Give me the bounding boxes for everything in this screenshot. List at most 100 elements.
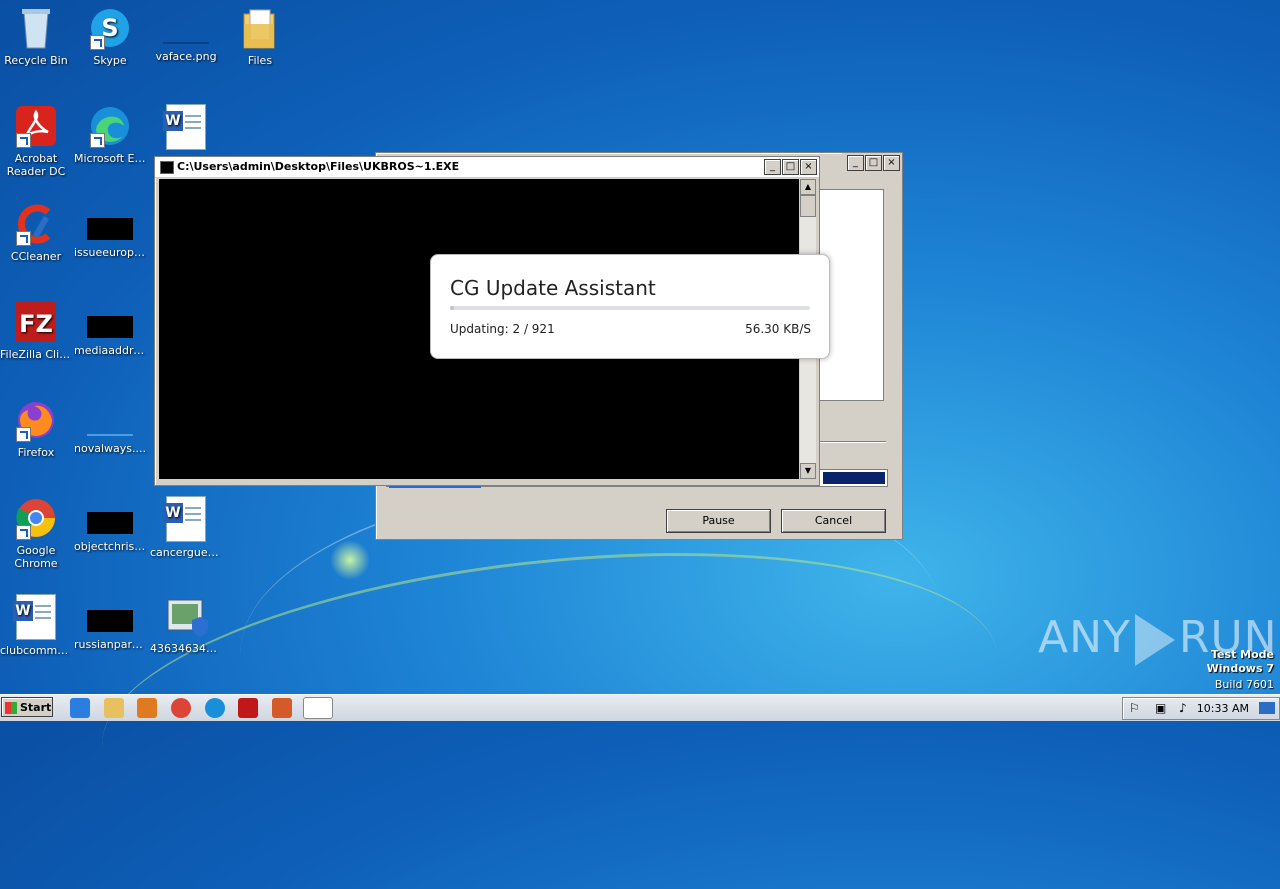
play-icon [1134, 614, 1175, 666]
icon-label: FileZilla Client [0, 348, 74, 361]
desktop-icon-files[interactable]: Files [222, 6, 298, 67]
acrobat-icon [14, 104, 58, 148]
close-button[interactable]: × [800, 159, 817, 175]
console-task-icon[interactable] [303, 697, 333, 719]
console-window-controls: _ □ × [764, 159, 817, 175]
word-doc-icon: W [163, 104, 206, 150]
volume-icon[interactable]: ♪ [1179, 701, 1187, 715]
file-icon [87, 512, 133, 534]
edge-icon [88, 104, 132, 148]
pause-button[interactable]: Pause [666, 509, 771, 533]
cancel-button[interactable]: Cancel [781, 509, 886, 533]
desktop-icon-cancergues[interactable]: W cancergues... [148, 496, 224, 559]
scroll-up-icon[interactable]: ▲ [800, 179, 816, 195]
icon-label: novalways.... [74, 442, 146, 455]
windows-logo-icon [5, 702, 17, 714]
os-label: Windows 7 [1206, 662, 1274, 675]
show-desktop-icon[interactable] [1259, 702, 1275, 714]
icon-label: Microsoft Edge [74, 152, 148, 165]
edge-icon[interactable] [205, 698, 225, 718]
firefox-icon [14, 398, 58, 442]
test-mode-label: Test Mode [1211, 648, 1274, 661]
desktop-icon-ccleaner[interactable]: CCleaner [0, 202, 74, 263]
desktop-icon-chrome[interactable]: Google Chrome [0, 496, 74, 570]
file-icon [87, 316, 133, 338]
word-doc-icon: W [13, 594, 56, 640]
desktop-icon-russianpare[interactable]: russianpare... [72, 594, 148, 651]
maximize-button[interactable]: □ [782, 159, 799, 175]
chrome-icon[interactable] [171, 698, 191, 718]
desktop-icon-filezilla[interactable]: FZ FileZilla Client [0, 300, 74, 361]
maximize-button[interactable]: □ [865, 155, 882, 171]
installer-window-controls: _ □ × [847, 155, 900, 171]
desktop-icon-word-doc[interactable]: W [148, 104, 224, 154]
progress-fill [450, 306, 454, 310]
progress-fill [823, 472, 885, 484]
update-dialog: CG Update Assistant Updating: 2 / 921 56… [430, 254, 830, 359]
media-player-icon[interactable] [137, 698, 157, 718]
desktop-icon-skype[interactable]: S Skype [72, 6, 148, 67]
update-progress-bar [450, 306, 810, 310]
desktop-icon-objectchrist[interactable]: objectchrist... [72, 496, 148, 553]
file-icon [87, 610, 133, 632]
taskbar: Start ⚐ ▣ ♪ 10:33 AM [0, 694, 1280, 721]
wallpaper-glow [330, 540, 370, 580]
file-icon [87, 434, 133, 436]
clock[interactable]: 10:33 AM [1197, 702, 1249, 715]
svg-text:FZ: FZ [19, 310, 53, 338]
icon-label: mediaaddre... [74, 344, 148, 357]
update-status: Updating: 2 / 921 [450, 322, 555, 336]
icon-label: Acrobat Reader DC [6, 152, 66, 178]
icon-label: 436346346... [150, 642, 224, 655]
word-doc-icon: W [163, 496, 206, 542]
console-titlebar[interactable]: C:\Users\admin\Desktop\Files\UKBROS~1.EX… [155, 157, 819, 178]
desktop-icon-vaface[interactable]: vaface.png [148, 6, 224, 63]
scroll-thumb[interactable] [800, 195, 816, 217]
desktop-icon-acrobat[interactable]: Acrobat Reader DC [0, 104, 74, 178]
dialog-title: CG Update Assistant [450, 276, 656, 300]
installer-icon [164, 594, 208, 638]
icon-label: CCleaner [10, 250, 62, 263]
console-title: C:\Users\admin\Desktop\Files\UKBROS~1.EX… [177, 160, 460, 173]
desktop-icon-436346346[interactable]: 436346346... [148, 594, 224, 655]
divider [816, 441, 886, 442]
build-label: Build 7601 [1214, 678, 1274, 691]
folder-icon [238, 6, 282, 50]
icon-label: cancergues... [150, 546, 224, 559]
image-file-icon [163, 42, 209, 44]
skype-icon: S [88, 6, 132, 50]
desktop-icon-recycle-bin[interactable]: Recycle Bin [0, 6, 74, 67]
minimize-button[interactable]: _ [847, 155, 864, 171]
explorer-icon[interactable] [104, 698, 124, 718]
icon-label: vaface.png [155, 50, 217, 63]
desktop-icon-issueeurope[interactable]: issueeurope... [72, 202, 148, 259]
icon-label: objectchrist... [74, 540, 148, 553]
icon-label: Firefox [17, 446, 55, 459]
icon-label: Google Chrome [14, 544, 58, 570]
desktop-icon-mediaaddre[interactable]: mediaaddre... [72, 300, 148, 357]
filezilla-icon: FZ [14, 300, 58, 344]
desktop-icon-firefox[interactable]: Firefox [0, 398, 74, 459]
installer-app-icon[interactable] [238, 698, 258, 718]
icon-label: Skype [93, 54, 127, 67]
console-icon [160, 161, 174, 174]
ccleaner-icon [14, 202, 58, 246]
icon-label: Files [247, 54, 273, 67]
download-speed: 56.30 KB/S [745, 322, 811, 336]
desktop-icon-clubcomma[interactable]: W clubcomma... [0, 594, 74, 657]
icon-label: russianpare... [74, 638, 148, 651]
desktop-icon-edge[interactable]: Microsoft Edge [72, 104, 148, 165]
flag-icon[interactable]: ⚐ [1129, 701, 1140, 715]
app-icon[interactable] [272, 698, 292, 718]
installer-titlebar[interactable]: _ □ × [842, 153, 902, 173]
chrome-icon [14, 496, 58, 540]
minimize-button[interactable]: _ [764, 159, 781, 175]
network-icon[interactable]: ▣ [1155, 701, 1166, 715]
scroll-down-icon[interactable]: ▼ [800, 463, 816, 479]
desktop-icon-novalways[interactable]: novalways.... [72, 398, 148, 455]
icon-label: issueeurope... [74, 246, 148, 259]
icon-label: Recycle Bin [4, 54, 68, 67]
close-button[interactable]: × [883, 155, 900, 171]
start-button[interactable]: Start [1, 697, 53, 717]
ie-icon[interactable] [70, 698, 90, 718]
